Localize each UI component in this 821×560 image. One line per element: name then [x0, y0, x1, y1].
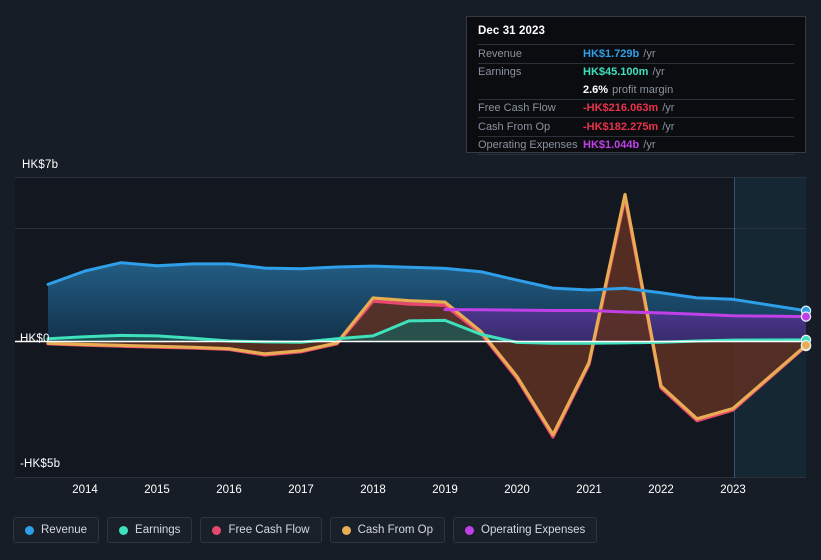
tooltip-row-cash-from-op: Cash From Op -HK$182.275m /yr — [478, 117, 794, 136]
tooltip-row-free-cash-flow: Free Cash Flow -HK$216.063m /yr — [478, 98, 794, 118]
tooltip-row-revenue: Revenue HK$1.729b /yr — [478, 44, 794, 63]
tooltip-row-operating-expenses: Operating Expenses HK$1.044b /yr — [478, 135, 794, 155]
tooltip-unit-cash-from-op: /yr — [662, 120, 675, 133]
x-axis-label-2022: 2022 — [648, 484, 674, 496]
x-axis-label-2015: 2015 — [144, 484, 170, 496]
legend-swatch-free-cash-flow-icon — [212, 525, 222, 535]
financial-chart-widget: HK$7b HK$0 -HK$5b 2014 2015 2016 2017 20… — [0, 0, 821, 560]
y-axis-label-min: -HK$5b — [20, 458, 61, 470]
x-axis-label-2019: 2019 — [432, 484, 458, 496]
tooltip-row-earnings: Earnings HK$45.100m /yr — [478, 62, 794, 82]
tooltip-label-free-cash-flow: Free Cash Flow — [478, 102, 556, 115]
legend-item-free-cash-flow[interactable]: Free Cash Flow — [200, 517, 322, 543]
y-axis-label-zero: HK$0 — [20, 333, 50, 345]
tooltip-unit-free-cash-flow: /yr — [662, 102, 675, 115]
legend-swatch-operating-expenses-icon — [465, 525, 475, 535]
x-axis-label-2020: 2020 — [504, 484, 530, 496]
legend-item-earnings[interactable]: Earnings — [107, 517, 193, 543]
legend-item-revenue[interactable]: Revenue — [13, 517, 100, 543]
legend-item-cash-from-op[interactable]: Cash From Op — [329, 517, 446, 543]
legend-swatch-cash-from-op-icon — [341, 525, 351, 535]
tooltip-sub-profit-margin: profit margin — [612, 83, 674, 96]
tooltip-date: Dec 31 2023 — [478, 25, 545, 37]
legend-label-operating-expenses: Operating Expenses — [481, 524, 586, 536]
legend-swatch-earnings-icon — [119, 525, 129, 535]
tooltip-bottom-rule — [478, 154, 794, 157]
tooltip-value-profit-margin: 2.6% — [583, 83, 609, 96]
x-axis-label-2018: 2018 — [360, 484, 386, 496]
tooltip-value-free-cash-flow: -HK$216.063m — [583, 102, 659, 115]
legend-label-earnings: Earnings — [135, 524, 181, 536]
legend-label-revenue: Revenue — [41, 524, 88, 536]
tooltip-value-revenue: HK$1.729b — [583, 47, 640, 60]
tooltip-unit-operating-expenses: /yr — [643, 139, 656, 152]
x-axis-label-2017: 2017 — [288, 484, 314, 496]
x-axis-label-2023: 2023 — [720, 484, 746, 496]
legend-label-free-cash-flow: Free Cash Flow — [228, 524, 310, 536]
tooltip-label-cash-from-op: Cash From Op — [478, 120, 551, 133]
tooltip-label-operating-expenses: Operating Expenses — [478, 139, 578, 152]
tooltip-unit-earnings: /yr — [652, 66, 665, 79]
x-axis-label-2021: 2021 — [576, 484, 602, 496]
tooltip-unit-revenue: /yr — [643, 47, 656, 60]
legend-item-operating-expenses[interactable]: Operating Expenses — [453, 517, 598, 543]
tooltip-label-earnings: Earnings — [478, 66, 522, 79]
tooltip-label-revenue: Revenue — [478, 47, 523, 60]
y-axis-label-max: HK$7b — [22, 159, 59, 171]
legend-label-cash-from-op: Cash From Op — [357, 524, 434, 536]
tooltip-value-earnings: HK$45.100m — [583, 66, 649, 79]
data-tooltip: Dec 31 2023 Revenue HK$1.729b /yr Earnin… — [466, 16, 806, 155]
chart-legend: Revenue Earnings Free Cash Flow Cash Fro… — [13, 517, 598, 543]
tooltip-row-profit-margin: 2.6% profit margin — [478, 81, 794, 99]
legend-swatch-revenue-icon — [25, 525, 34, 535]
tooltip-value-operating-expenses: HK$1.044b — [583, 139, 640, 152]
x-axis-label-2014: 2014 — [72, 484, 98, 496]
tooltip-value-cash-from-op: -HK$182.275m — [583, 120, 659, 133]
x-axis-label-2016: 2016 — [216, 484, 242, 496]
